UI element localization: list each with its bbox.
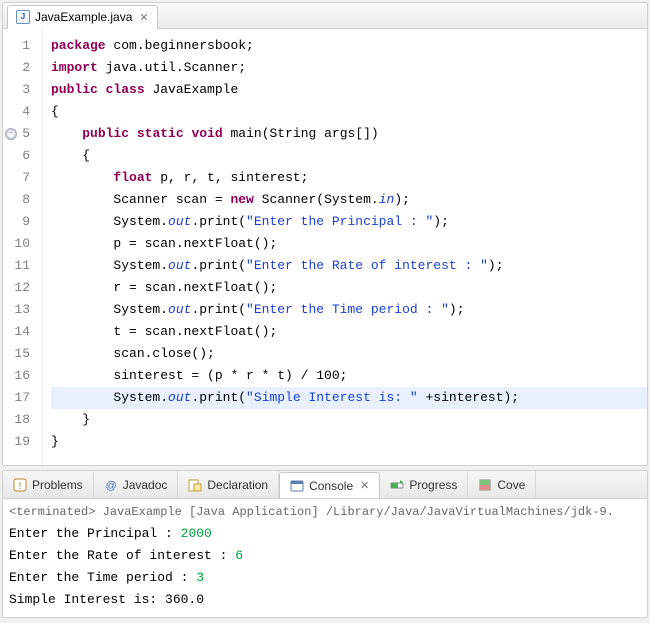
line-number: 14 (3, 321, 34, 343)
view-tab-label: Problems (32, 478, 83, 492)
code-line[interactable]: import java.util.Scanner; (51, 57, 647, 79)
line-number: 10 (3, 233, 34, 255)
code-line[interactable]: } (51, 431, 647, 453)
editor-tab[interactable]: J JavaExample.java ✕ (7, 5, 158, 29)
problems-icon: ! (13, 478, 27, 492)
close-icon[interactable]: ✕ (139, 11, 148, 24)
views-tabbar: ! Problems @ Javadoc Declaration Console ✕ Prog… (3, 471, 647, 499)
coverage-icon (478, 478, 492, 492)
svg-text:!: ! (19, 481, 22, 492)
javadoc-icon: @ (104, 478, 118, 492)
view-tab-label: Javadoc (123, 478, 168, 492)
line-number: 15 (3, 343, 34, 365)
line-number: 3 (3, 79, 34, 101)
console-header: <terminated> JavaExample [Java Applicati… (9, 501, 641, 523)
code-line[interactable]: r = scan.nextFloat(); (51, 277, 647, 299)
console-icon (290, 479, 304, 493)
view-tab-declaration[interactable]: Declaration (178, 471, 279, 499)
line-number: 8 (3, 189, 34, 211)
view-tab-javadoc[interactable]: @ Javadoc (94, 471, 179, 499)
line-number: 4 (3, 101, 34, 123)
line-number: 7 (3, 167, 34, 189)
code-line[interactable]: public class JavaExample (51, 79, 647, 101)
console-line: Enter the Rate of interest : 6 (9, 545, 641, 567)
code-line[interactable]: System.out.print("Enter the Time period … (51, 299, 647, 321)
editor-panel: J JavaExample.java ✕ 12345–6789101112131… (2, 2, 648, 466)
code-line[interactable]: sinterest = (p * r * t) / 100; (51, 365, 647, 387)
line-number: 9 (3, 211, 34, 233)
view-tab-problems[interactable]: ! Problems (3, 471, 94, 499)
console-user-input: 3 (196, 570, 204, 585)
code-body[interactable]: package com.beginnersbook;import java.ut… (43, 29, 647, 465)
progress-icon (390, 478, 404, 492)
line-number: 11 (3, 255, 34, 277)
line-number: 19 (3, 431, 34, 453)
console-prompt: Enter the Principal : (9, 526, 181, 541)
view-tab-label: Console (309, 479, 353, 493)
editor-tab-label: JavaExample.java (35, 10, 132, 24)
line-number: 12 (3, 277, 34, 299)
console-prompt: Simple Interest is: 360.0 (9, 592, 204, 607)
view-tab-progress[interactable]: Progress (380, 471, 468, 499)
console-user-input: 6 (235, 548, 243, 563)
console-prompt: Enter the Rate of interest : (9, 548, 235, 563)
code-line[interactable]: Scanner scan = new Scanner(System.in); (51, 189, 647, 211)
svg-text:@: @ (105, 480, 116, 492)
line-number: 2 (3, 57, 34, 79)
view-tab-label: Progress (409, 478, 457, 492)
view-tab-coverage[interactable]: Cove (468, 471, 536, 499)
editor-tabbar: J JavaExample.java ✕ (3, 3, 647, 29)
code-line[interactable]: { (51, 145, 647, 167)
code-line[interactable]: } (51, 409, 647, 431)
fold-icon[interactable]: – (5, 128, 17, 140)
code-line[interactable]: t = scan.nextFloat(); (51, 321, 647, 343)
code-area[interactable]: 12345–678910111213141516171819 package c… (3, 29, 647, 465)
code-line[interactable]: float p, r, t, sinterest; (51, 167, 647, 189)
console-line: Simple Interest is: 360.0 (9, 589, 641, 611)
code-line[interactable]: public static void main(String args[]) (51, 123, 647, 145)
views-panel: ! Problems @ Javadoc Declaration Console ✕ Prog… (2, 470, 648, 618)
code-line[interactable]: p = scan.nextFloat(); (51, 233, 647, 255)
view-tab-label: Cove (497, 478, 525, 492)
line-number: 17 (3, 387, 34, 409)
console-user-input: 2000 (181, 526, 212, 541)
code-line[interactable]: { (51, 101, 647, 123)
code-line[interactable]: package com.beginnersbook; (51, 35, 647, 57)
code-line[interactable]: System.out.print("Enter the Rate of inte… (51, 255, 647, 277)
line-number: 18 (3, 409, 34, 431)
console-line: Enter the Principal : 2000 (9, 523, 641, 545)
view-tab-console[interactable]: Console ✕ (279, 472, 380, 500)
java-file-icon: J (16, 10, 30, 24)
console-prompt: Enter the Time period : (9, 570, 196, 585)
code-line[interactable]: System.out.print("Enter the Principal : … (51, 211, 647, 233)
declaration-icon (188, 478, 202, 492)
line-number: 1 (3, 35, 34, 57)
console-body[interactable]: <terminated> JavaExample [Java Applicati… (3, 499, 647, 613)
code-line[interactable]: scan.close(); (51, 343, 647, 365)
line-number: 16 (3, 365, 34, 387)
line-number: 13 (3, 299, 34, 321)
line-gutter: 12345–678910111213141516171819 (3, 29, 43, 465)
code-line[interactable]: System.out.print("Simple Interest is: " … (51, 387, 647, 409)
view-tab-label: Declaration (207, 478, 268, 492)
console-line: Enter the Time period : 3 (9, 567, 641, 589)
line-number: 6 (3, 145, 34, 167)
close-icon[interactable]: ✕ (360, 479, 369, 492)
